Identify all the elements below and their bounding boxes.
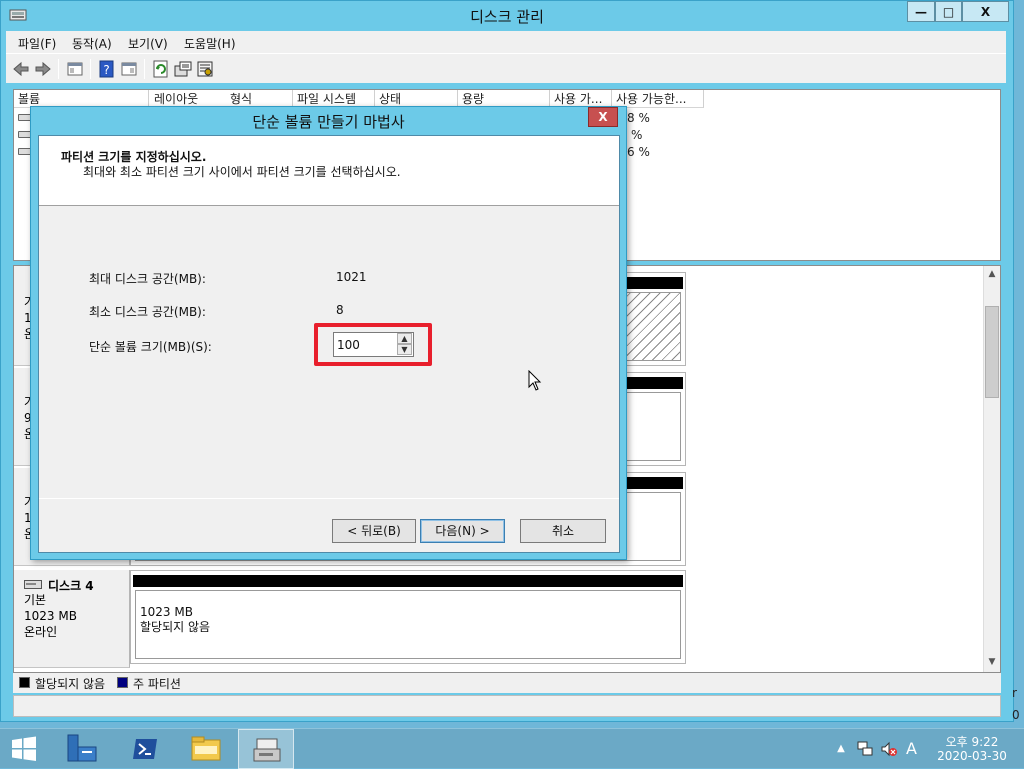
menu-file[interactable]: 파일(F) [18,35,56,52]
input-method-indicator[interactable]: A [906,740,924,758]
volume-row-percent: 8 % [627,111,650,125]
volume-size-stepper[interactable]: ▲ ▼ [333,332,414,357]
mouse-cursor-icon [528,370,542,391]
partition-size: 1023 MB [140,605,193,619]
properties-icon[interactable] [196,60,214,78]
scroll-down-arrow-icon[interactable]: ▼ [984,654,1000,670]
max-disk-space-label: 최대 디스크 공간(MB): [89,272,206,286]
button-divider [39,498,619,499]
toolbar-separator [58,59,59,79]
cancel-button[interactable]: 취소 [520,519,606,543]
spin-up-icon[interactable]: ▲ [397,333,412,344]
windows-start-icon[interactable] [10,735,38,763]
max-disk-space-value: 1021 [336,270,367,284]
dialog-title: 단순 볼륨 만들기 마법사 [252,113,405,131]
toolbar-separator [144,59,145,79]
scroll-up-arrow-icon[interactable]: ▲ [984,266,1000,282]
powershell-taskbar-button[interactable] [118,729,174,769]
volume-size-label: 단순 볼륨 크기(MB)(S): [89,340,212,354]
partition-color-bar [133,575,683,587]
dialog-content: 파티션 크기를 지정하십시오. 최대와 최소 파티션 크기 사이에서 파티션 크… [38,135,620,553]
maximize-button[interactable]: □ [935,1,962,22]
taskbar: ▲ A 오후 9:22 2020-03-30 [0,728,1024,769]
partition-status: 할당되지 않음 [140,620,211,634]
wizard-header: 파티션 크기를 지정하십시오. 최대와 최소 파티션 크기 사이에서 파티션 크… [39,136,619,206]
simple-volume-wizard-dialog: 단순 볼륨 만들기 마법사 X 파티션 크기를 지정하십시오. 최대와 최소 파… [30,106,627,560]
disk-management-icon [253,738,281,762]
volume-row-percent: % [631,128,643,142]
forward-arrow-icon[interactable] [34,60,52,78]
disk-4-type: 기본 [24,593,47,607]
disk-4-status: 온라인 [24,625,58,639]
folder-icon [191,736,221,761]
menu-help[interactable]: 도움말(H) [184,35,236,52]
speaker-muted-icon[interactable] [880,740,898,758]
server-manager-taskbar-button[interactable] [54,729,110,769]
powershell-icon [133,739,157,759]
clock-date[interactable]: 2020-03-30 [930,749,1014,763]
scroll-thumb[interactable] [985,306,999,398]
close-button[interactable]: X [962,1,1009,22]
dialog-close-button[interactable]: X [588,107,618,127]
window-title: 디스크 관리 [470,8,544,26]
server-manager-icon [67,734,97,762]
menu-bar: 파일(F) 동작(A) 보기(V) 도움말(H) [6,31,1006,53]
next-button[interactable]: 다음(N) > [420,519,505,543]
unallocated-swatch [19,677,30,688]
toolbar: ? [6,53,1006,83]
refresh-icon[interactable] [152,60,170,78]
disk-drive-icon [24,580,42,589]
properties-pane-icon[interactable] [120,60,138,78]
legend-unallocated: 할당되지 않음 [35,677,106,691]
legend-primary-partition: 주 파티션 [133,677,181,691]
show-hidden-icons-icon[interactable]: ▲ [832,740,850,758]
file-explorer-taskbar-button[interactable] [178,729,234,769]
minimize-button[interactable]: — [907,1,935,22]
min-disk-space-value: 8 [336,303,344,317]
menu-view[interactable]: 보기(V) [128,35,168,52]
spin-down-icon[interactable]: ▼ [397,344,412,355]
edge-fragment: 0 [1012,708,1020,722]
vertical-scrollbar[interactable]: ▲ ▼ [983,266,1000,672]
menu-action[interactable]: 동작(A) [72,35,112,52]
legend-bar: 할당되지 않음 주 파티션 [13,673,1001,693]
disk-4-label[interactable]: 디스크 4 기본 1023 MB 온라인 [14,570,130,668]
network-icon[interactable] [856,740,874,758]
volume-row-percent: 6 % [627,145,650,159]
title-bar[interactable]: 디스크 관리 [1,1,1013,31]
primary-partition-swatch [117,677,128,688]
partition-body: 1023 MB 할당되지 않음 [135,590,681,659]
status-bar [13,695,1001,717]
disk-4-unallocated-partition[interactable]: 1023 MB 할당되지 않음 [130,570,686,664]
svg-text:?: ? [103,63,109,77]
back-button[interactable]: < 뒤로(B) [332,519,416,543]
clock-time[interactable]: 오후 9:22 [942,733,1002,750]
min-disk-space-label: 최소 디스크 공간(MB): [89,305,206,319]
disk-4-size: 1023 MB [24,609,77,623]
console-tree-icon[interactable] [66,60,84,78]
help-icon[interactable]: ? [98,60,116,78]
wizard-subheading: 최대와 최소 파티션 크기 사이에서 파티션 크기를 선택하십시오. [83,165,401,179]
edge-fragment: r [1012,686,1017,700]
back-arrow-icon[interactable] [12,60,30,78]
volume-size-input[interactable] [334,333,396,356]
disk-management-taskbar-button[interactable] [238,729,294,769]
rescan-disks-icon[interactable] [174,60,192,78]
toolbar-separator [90,59,91,79]
